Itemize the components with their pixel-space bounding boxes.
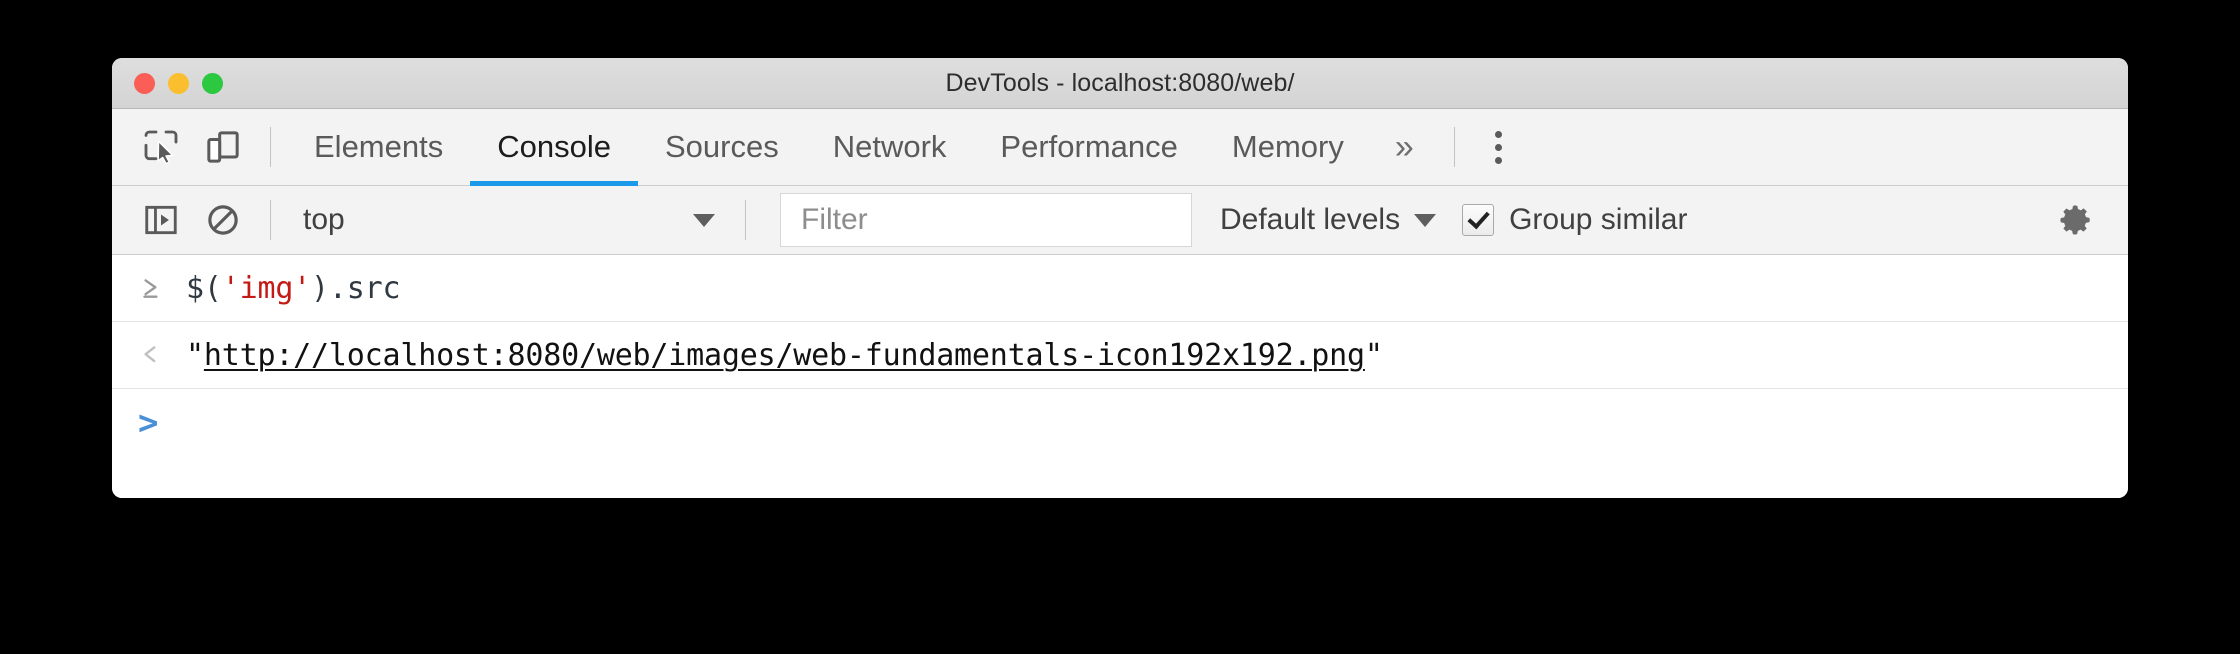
group-similar-label: Group similar <box>1509 203 1688 236</box>
log-levels-label: Default levels <box>1220 203 1401 236</box>
kebab-dot <box>1495 156 1503 164</box>
console-filter[interactable] <box>780 193 1192 247</box>
chevron-down-icon <box>693 213 715 227</box>
code-token: ).src <box>311 270 401 306</box>
filter-input[interactable] <box>799 202 1191 238</box>
minimize-window-button[interactable] <box>168 72 189 94</box>
group-similar-checkbox[interactable] <box>1462 204 1495 236</box>
tab-sources[interactable]: Sources <box>638 109 806 185</box>
more-options-icon[interactable] <box>1471 116 1527 178</box>
tab-performance[interactable]: Performance <box>973 109 1204 185</box>
group-similar-toggle[interactable]: Group similar <box>1462 203 1687 237</box>
toolbar-divider-right <box>1453 127 1455 167</box>
log-levels-selector[interactable]: Default levels <box>1220 203 1437 237</box>
result-arrow-icon <box>138 342 186 368</box>
execution-context-value: top <box>303 203 345 236</box>
prompt-caret-label: > <box>138 403 159 443</box>
zoom-window-button[interactable] <box>202 72 223 94</box>
window-title: DevTools - localhost:8080/web/ <box>945 68 1295 97</box>
devtools-window: DevTools - localhost:8080/web/ Elements … <box>112 58 2128 498</box>
console-toolbar-divider <box>270 200 271 240</box>
settings-gear-icon[interactable] <box>2044 189 2106 251</box>
tab-label: Sources <box>664 129 779 164</box>
execution-context-selector[interactable]: top <box>287 194 729 246</box>
console-sidebar-toggle-icon[interactable] <box>130 189 192 251</box>
tab-network[interactable]: Network <box>806 109 974 185</box>
more-tabs-label: » <box>1394 127 1414 166</box>
console-input-row: $('img').src <box>112 255 2128 322</box>
chevron-down-icon <box>1414 213 1437 227</box>
console-prompt-row[interactable]: > <box>112 389 2128 457</box>
tab-label: Network <box>832 129 947 164</box>
close-window-button[interactable] <box>134 72 155 94</box>
prompt-arrow-icon: > <box>138 406 186 440</box>
tab-label: Memory <box>1231 129 1344 164</box>
tab-console[interactable]: Console <box>470 109 638 186</box>
code-token: $( <box>186 270 222 306</box>
inspect-element-icon[interactable] <box>130 116 192 178</box>
screenshot-root: DevTools - localhost:8080/web/ Elements … <box>0 0 2240 654</box>
panel-tabs: Elements Console Sources Network Perform… <box>287 109 1438 186</box>
kebab-dot <box>1495 143 1503 151</box>
kebab-dot <box>1495 130 1503 138</box>
tab-memory[interactable]: Memory <box>1205 109 1371 185</box>
settings-gear-wrap <box>2044 186 2106 254</box>
code-token-string: 'img' <box>221 270 312 306</box>
tab-label: Elements <box>314 129 444 164</box>
quote-char: " <box>186 337 204 373</box>
console-input-expression: $('img').src <box>186 270 401 306</box>
console-message-list[interactable]: $('img').src "http://localhost:8080/web/… <box>112 255 2128 498</box>
tab-elements[interactable]: Elements <box>287 109 470 185</box>
quote-char: " <box>1364 337 1383 373</box>
console-toolbar: top Default levels Group similar <box>112 186 2128 255</box>
window-titlebar: DevTools - localhost:8080/web/ <box>112 58 2128 109</box>
console-result-value: "http://localhost:8080/web/images/web-fu… <box>186 338 1383 373</box>
devtools-tabbar: Elements Console Sources Network Perform… <box>112 109 2128 186</box>
tab-label: Console <box>497 129 611 164</box>
toolbar-divider <box>270 127 271 167</box>
tab-label: Performance <box>1000 129 1178 164</box>
device-toolbar-icon[interactable] <box>192 116 254 178</box>
input-arrow-icon <box>138 275 186 301</box>
result-url-link[interactable]: http://localhost:8080/web/images/web-fun… <box>204 338 1365 373</box>
traffic-light-group <box>134 58 223 108</box>
more-tabs-icon[interactable]: » <box>1371 109 1438 185</box>
clear-console-icon[interactable] <box>192 189 254 251</box>
console-result-row: "http://localhost:8080/web/images/web-fu… <box>112 322 2128 389</box>
console-toolbar-divider-2 <box>745 200 746 240</box>
